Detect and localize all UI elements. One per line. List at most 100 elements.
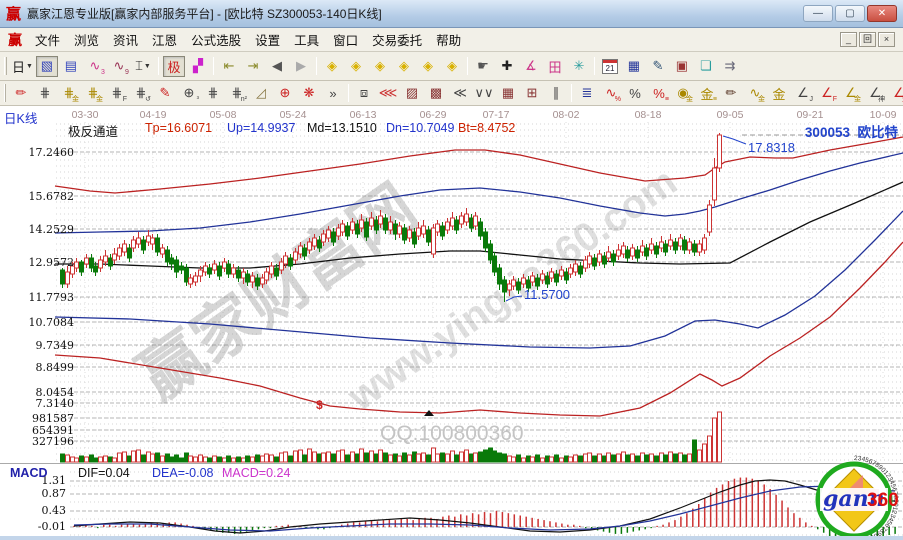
nav-first-button[interactable]: ⇤ <box>218 56 240 77</box>
percent-tool-button[interactable]: % <box>624 83 646 104</box>
save-tool-button[interactable]: ▣ <box>671 56 693 77</box>
child-close-button[interactable]: × <box>878 32 895 47</box>
percent-lines-button[interactable]: %≡ <box>648 83 670 104</box>
gold-wave-button[interactable]: ∿金 <box>744 83 766 104</box>
fan-shade-button[interactable]: ▨ <box>401 83 423 104</box>
target-circle-button[interactable]: ⊕ <box>274 83 296 104</box>
quote-list-button[interactable]: ▤ <box>60 56 82 77</box>
brush-tool-button[interactable]: ✏ <box>720 83 742 104</box>
plain-ratio-button[interactable]: ⋕ <box>202 83 224 104</box>
gold-underline-button[interactable]: 金 <box>768 83 790 104</box>
candle-style-dropdown-icon[interactable]: ▼ <box>144 63 151 70</box>
nav-next-button[interactable]: ▶ <box>290 56 312 77</box>
minimize-button[interactable]: — <box>803 5 833 22</box>
n2-ratio-button[interactable]: ⋕n² <box>226 83 248 104</box>
f-ratio-lines-button[interactable]: ⋕F <box>106 83 128 104</box>
gann-fan-button[interactable]: ⋘ <box>377 83 399 104</box>
grid-box-tool-icon: ⊞ <box>527 85 538 101</box>
channel-bt-value: Bt=8.4752 <box>458 121 515 135</box>
pane-label-daily-kline[interactable]: 日K线 <box>4 108 37 127</box>
pencil-measure-button[interactable]: ✎ <box>154 83 176 104</box>
diamond-expand-button[interactable]: ◈ <box>393 56 415 77</box>
macd-pane-label[interactable]: MACD <box>10 466 48 480</box>
volume-profile-button[interactable]: ▞ <box>187 56 209 77</box>
kline-period-button[interactable]: 日▼ <box>11 56 34 77</box>
diamond-up-button[interactable]: ◈ <box>369 56 391 77</box>
pattern-tool-button[interactable]: ✳ <box>568 56 590 77</box>
gold-circle-button[interactable]: ◉金 <box>672 83 694 104</box>
draw-pencil-button[interactable]: ✏ <box>10 83 32 104</box>
grid-tool-button[interactable]: ▦ <box>497 83 519 104</box>
zigzag-tool-button[interactable]: ∨∨ <box>473 83 495 104</box>
gold-angle-button[interactable]: ∠金 <box>840 83 862 104</box>
j-angle-button[interactable]: ∠J <box>792 83 814 104</box>
gold-levels-button[interactable]: 金≡ <box>696 83 718 104</box>
speed-angle-button[interactable]: ∠速 <box>888 83 903 104</box>
menu-item-trade[interactable]: 交易委托 <box>365 28 429 51</box>
angle-tool-button[interactable]: ∡ <box>520 56 542 77</box>
spiral-ratio-button[interactable]: ⋕↺ <box>130 83 152 104</box>
chart-view-button[interactable]: ▧ <box>36 56 58 77</box>
notes-tool-button[interactable]: ✎ <box>647 56 669 77</box>
price-scale-button[interactable]: ≣ <box>576 83 598 104</box>
menu-item-settings[interactable]: 设置 <box>248 28 287 51</box>
calendar-tool-button[interactable]: 21 <box>599 56 621 77</box>
menu-item-gann[interactable]: 江恩 <box>145 28 184 51</box>
price-axis-label: 14.2529 <box>29 223 75 236</box>
price-axis-label: 8.8499 <box>36 361 75 374</box>
grid-box-tool-button[interactable]: ⊞ <box>521 83 543 104</box>
chart-9min-button[interactable]: ∿9 <box>108 56 130 77</box>
box-select-button[interactable]: ⧈ <box>353 83 375 104</box>
crosshair-tool-button[interactable]: ✚ <box>496 56 518 77</box>
gold-ratio-2-button[interactable]: ⋕金 <box>82 83 104 104</box>
child-restore-button[interactable]: 回 <box>859 32 876 47</box>
channel-name-label: 极反通道 <box>68 121 118 140</box>
wave-percent-button[interactable]: ∿% <box>600 83 622 104</box>
gann-web-button[interactable]: ❋ <box>298 83 320 104</box>
toolbar-grip[interactable] <box>4 84 6 102</box>
export-tool-button[interactable]: ⇉ <box>719 56 741 77</box>
menu-item-news[interactable]: 资讯 <box>106 28 145 51</box>
angle-ruler-button[interactable]: ◿ <box>250 83 272 104</box>
nav-prev-button[interactable]: ◀ <box>266 56 288 77</box>
chart-3min-button[interactable]: ∿3 <box>84 56 106 77</box>
candle-style-button[interactable]: ⌶▼ <box>132 56 154 77</box>
f-ratio-lines-sub-icon: F <box>123 96 127 103</box>
save-web-tool-button[interactable]: ❏ <box>695 56 717 77</box>
time-cycle-button[interactable]: ⊕³ <box>178 83 200 104</box>
trend-arrows-button[interactable]: ≪ <box>449 83 471 104</box>
calculator-tool-button[interactable]: ▦ <box>623 56 645 77</box>
nav-last-button[interactable]: ⇥ <box>242 56 264 77</box>
menu-item-help[interactable]: 帮助 <box>429 28 468 51</box>
stock-symbol[interactable]: 300053 欧比特 <box>805 121 898 141</box>
toolbar-separator <box>571 84 572 102</box>
menu-item-file[interactable]: 文件 <box>28 28 67 51</box>
hand-tool-button[interactable]: ☛ <box>472 56 494 77</box>
toolbar-grip[interactable] <box>4 57 7 75</box>
diamond-left-button[interactable]: ◈ <box>321 56 343 77</box>
title-bar[interactable]: 赢 赢家江恩专业版[赢家内部服务平台] - [欧比特 SZ300053-140日… <box>0 0 903 28</box>
diamond-all-button[interactable]: ◈ <box>441 56 463 77</box>
ratio-lines-button[interactable]: ⋕ <box>34 83 56 104</box>
candle-style-icon: ⌶ <box>135 58 143 74</box>
kline-period-dropdown-icon[interactable]: ▼ <box>26 63 33 70</box>
diamond-right-button[interactable]: ◈ <box>345 56 367 77</box>
menu-item-window[interactable]: 窗口 <box>326 28 365 51</box>
f-angle-button[interactable]: ∠F <box>816 83 838 104</box>
child-minimize-button[interactable]: _ <box>840 32 857 47</box>
more-tools-button[interactable]: » <box>322 83 344 104</box>
menu-item-browse[interactable]: 浏览 <box>67 28 106 51</box>
diamond-center-button[interactable]: ◈ <box>417 56 439 77</box>
close-button[interactable]: ✕ <box>867 5 897 22</box>
channel-toggle-button[interactable]: 极 <box>163 56 185 77</box>
fan-box-button[interactable]: ▩ <box>425 83 447 104</box>
menu-item-formula-pick[interactable]: 公式选股 <box>184 28 248 51</box>
toolbar-separator <box>158 57 159 75</box>
shen-angle-button[interactable]: ∠神 <box>864 83 886 104</box>
gold-ratio-1-button[interactable]: ⋕金 <box>58 83 80 104</box>
channel-md-value: Md=13.1510 <box>307 121 377 135</box>
parallel-lines-button[interactable]: ∥ <box>545 83 567 104</box>
gann-box-tool-button[interactable]: 田 <box>544 56 566 77</box>
restore-button[interactable]: ▢ <box>835 5 865 22</box>
menu-item-tools[interactable]: 工具 <box>287 28 326 51</box>
